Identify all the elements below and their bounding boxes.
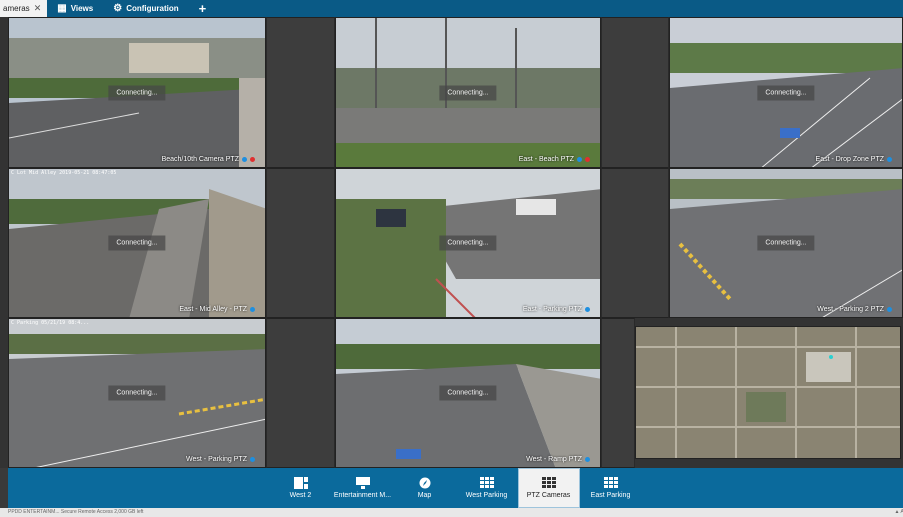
map-tile[interactable] [635, 326, 901, 459]
camera-osd-text: C Lot Mid Alley 2019-05-21 08:47:05 [11, 170, 117, 176]
empty-tile [266, 168, 335, 318]
camera-name: Beach/10th Camera PTZ [161, 156, 239, 163]
dock-item-west-2[interactable]: West 2 [270, 468, 332, 508]
camera-name: East - Parking PTZ [522, 306, 582, 313]
connecting-status: Connecting... [108, 235, 166, 251]
connecting-status: Connecting... [757, 85, 815, 100]
status-dot-blue [250, 307, 255, 312]
dock-item-label: PTZ Cameras [526, 492, 571, 499]
status-bar: PPDD ENTERTAINM... Secure Remote Access … [0, 508, 903, 517]
dock-item-label: West 2 [289, 492, 312, 499]
monitor-icon [355, 477, 370, 489]
grid-icon [541, 477, 556, 488]
empty-tile [266, 17, 335, 168]
gear-icon: ⚙ [113, 3, 123, 14]
camera-name: East - Beach PTZ [518, 156, 574, 163]
dock-item-west-parking[interactable]: West Parking [456, 468, 518, 508]
camera-osd-text: C Parking 05/21/19 08:4... [11, 320, 90, 326]
camera-label: East - Beach PTZ [519, 156, 590, 163]
camera-label: West - Parking 2 PTZ [817, 306, 892, 313]
grid-icon [603, 477, 618, 488]
close-icon[interactable]: ✕ [34, 3, 42, 14]
camera-name: East - Mid Alley - PTZ [179, 306, 247, 313]
tab-views-label: Views [70, 4, 94, 13]
status-dot-blue [585, 307, 590, 312]
empty-tile [601, 17, 669, 168]
empty-tile [266, 318, 335, 468]
camera-label: Beach/10th Camera PTZ [162, 156, 255, 163]
dock-item-label: Entertainment M... [333, 492, 392, 499]
status-dot-red [250, 157, 255, 162]
camera-tile-east-beach[interactable]: Connecting... East - Beach PTZ [335, 17, 601, 168]
dock-item-label: West Parking [465, 492, 508, 499]
camera-name: East - Drop Zone PTZ [815, 156, 884, 163]
camera-tile-west-parking[interactable]: C Parking 05/21/19 08:4... Connecting...… [8, 318, 266, 468]
tab-cameras[interactable]: ameras ✕ [0, 0, 48, 17]
add-tab-icon[interactable]: + [189, 1, 217, 16]
camera-tile-east-drop-zone[interactable]: Connecting... East - Drop Zone PTZ [669, 17, 903, 168]
tab-configuration-label: Configuration [126, 4, 179, 13]
camera-tile-west-ramp[interactable]: Connecting... West - Ramp PTZ [335, 318, 601, 468]
camera-tile-east-mid-alley[interactable]: C Lot Mid Alley 2019-05-21 08:47:05 Conn… [8, 168, 266, 318]
camera-label: East - Parking PTZ [523, 306, 590, 313]
connecting-status: Connecting... [108, 85, 166, 100]
status-text: PPDD ENTERTAINM... Secure Remote Access … [8, 509, 144, 515]
status-dot-blue [887, 307, 892, 312]
tab-views[interactable]: ▦ Views [47, 0, 103, 17]
status-dot-blue [577, 157, 582, 162]
camera-tile-west-parking-2[interactable]: Connecting... West - Parking 2 PTZ [669, 168, 903, 318]
camera-label: East - Drop Zone PTZ [816, 156, 892, 163]
tab-bar: ameras ✕ ▦ Views ⚙ Configuration + [0, 0, 903, 17]
camera-name: West - Parking 2 PTZ [817, 306, 884, 313]
status-dot-blue [585, 457, 590, 462]
satellite-map [636, 327, 900, 458]
camera-tile-east-parking[interactable]: Connecting... East - Parking PTZ [335, 168, 601, 318]
camera-label: West - Ramp PTZ [526, 456, 590, 463]
dock-item-ptz-cameras[interactable]: PTZ Cameras [517, 468, 580, 508]
connecting-status: Connecting... [439, 385, 497, 401]
camera-name: West - Ramp PTZ [526, 456, 582, 463]
dock-item-east-parking[interactable]: East Parking [580, 468, 642, 508]
status-dot-red [585, 157, 590, 162]
tab-cameras-label: ameras [3, 4, 30, 13]
status-right: ▲ Al [894, 509, 903, 515]
camera-label: East - Mid Alley - PTZ [179, 306, 255, 313]
dock-item-entertainment[interactable]: Entertainment M... [332, 468, 394, 508]
compass-icon [419, 477, 430, 489]
status-dot-blue [242, 157, 247, 162]
views-icon: ▦ [57, 3, 67, 14]
status-dot-blue [250, 457, 255, 462]
views-dock: West 2 Entertainment M... Map West Parki… [8, 468, 903, 508]
status-dot-blue [887, 157, 892, 162]
dock-item-label: Map [417, 492, 432, 499]
camera-name: West - Parking PTZ [186, 456, 247, 463]
dock-item-map[interactable]: Map [394, 468, 456, 508]
layout-icon [293, 477, 308, 489]
dock-item-label: East Parking [590, 492, 631, 499]
camera-tile-beach-10th[interactable]: Connecting... Beach/10th Camera PTZ [8, 17, 266, 168]
connecting-status: Connecting... [439, 85, 497, 100]
connecting-status: Connecting... [439, 235, 497, 251]
connecting-status: Connecting... [757, 235, 815, 251]
connecting-status: Connecting... [108, 385, 166, 401]
empty-tile [601, 318, 635, 468]
camera-label: West - Parking PTZ [186, 456, 255, 463]
tab-configuration[interactable]: ⚙ Configuration [103, 0, 188, 17]
grid-icon [479, 477, 494, 488]
empty-tile [601, 168, 669, 318]
camera-grid: Connecting... Beach/10th Camera PTZ Conn… [0, 17, 903, 468]
